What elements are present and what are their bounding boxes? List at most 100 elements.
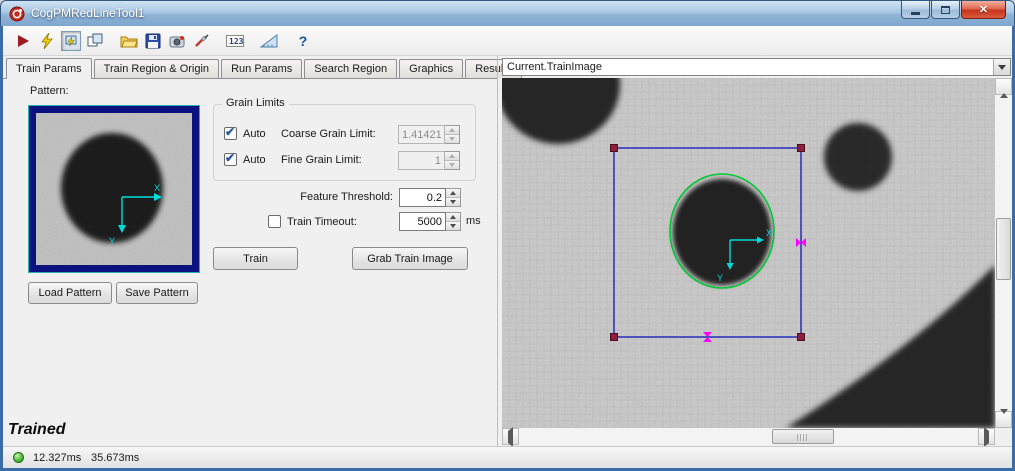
run-button[interactable]: [11, 29, 35, 53]
title-bar[interactable]: CogPMRedLineTool1 ✕: [0, 0, 1015, 26]
spin-up-icon: [446, 189, 460, 197]
close-button[interactable]: ✕: [961, 1, 1006, 19]
fine-grain-limit-label: Fine Grain Limit:: [281, 154, 362, 166]
save-image-icon: [145, 33, 161, 49]
total-time-value: 35.673ms: [91, 447, 139, 468]
run-icon: [18, 35, 29, 47]
image-selector-value: Current.TrainImage: [507, 60, 602, 75]
train-status-text: Trained: [8, 421, 66, 439]
train-timeout-field[interactable]: [399, 212, 446, 231]
tab-run-params[interactable]: Run Params: [221, 59, 302, 78]
numeric-display-button[interactable]: 123: [223, 29, 247, 53]
pattern-axis-x-label: X: [154, 183, 160, 193]
image-display-pane: Current.TrainImage: [497, 56, 1012, 446]
coarse-grain-limit-field: [398, 125, 445, 144]
main-area: Train Params Train Region & Origin Run P…: [3, 56, 1012, 446]
spin-down-icon: [445, 160, 459, 169]
float-window-button[interactable]: [83, 29, 107, 53]
record-icon: [169, 33, 185, 49]
electric-run-button[interactable]: [35, 29, 59, 53]
scroll-down-button[interactable]: [995, 411, 1012, 428]
app-window: CogPMRedLineTool1 ✕: [0, 0, 1015, 471]
coarse-grain-limit-spinner: [445, 125, 460, 144]
float-window-icon: [87, 33, 103, 48]
maximize-icon: [941, 6, 950, 14]
toolbar: 123 ?: [3, 26, 1012, 56]
electric-run-icon: [40, 33, 54, 49]
window-controls: ✕: [901, 1, 1006, 19]
tab-train-params[interactable]: Train Params: [6, 58, 92, 79]
minimize-icon: [911, 12, 920, 15]
grab-train-image-button[interactable]: Grab Train Image: [352, 247, 468, 270]
coarse-grain-limit-label: Coarse Grain Limit:: [281, 128, 376, 140]
window-title: CogPMRedLineTool1: [31, 6, 144, 20]
scroll-right-button[interactable]: [978, 428, 995, 445]
save-image-button[interactable]: [141, 29, 165, 53]
vertical-scroll-thumb[interactable]: [996, 218, 1011, 280]
open-image-icon: [120, 34, 138, 48]
tab-strip: Train Params Train Region & Origin Run P…: [3, 58, 497, 79]
feature-threshold-spinner[interactable]: [446, 188, 461, 207]
arrow-down-icon: [1000, 414, 1008, 426]
save-pattern-button[interactable]: Save Pattern: [116, 282, 198, 304]
auto-fine-label: Auto: [243, 154, 266, 166]
measure-button[interactable]: [257, 29, 281, 53]
spin-down-icon: [445, 134, 459, 143]
measure-icon: [260, 34, 278, 48]
record-button[interactable]: [165, 29, 189, 53]
auto-fine-checkbox[interactable]: [224, 153, 237, 166]
chevron-down-icon[interactable]: [993, 59, 1010, 75]
train-button[interactable]: Train: [213, 247, 298, 270]
train-timeout-spinner[interactable]: [446, 212, 461, 231]
tab-train-region-origin[interactable]: Train Region & Origin: [94, 59, 219, 78]
scroll-up-button[interactable]: [995, 78, 1012, 95]
vertical-scrollbar[interactable]: [995, 78, 1012, 428]
minimize-button[interactable]: [901, 1, 930, 19]
tab-graphics[interactable]: Graphics: [399, 59, 463, 78]
app-icon: [9, 6, 25, 22]
train-timeout-unit: ms: [466, 215, 481, 227]
grain-limits-title: Grain Limits: [222, 97, 289, 109]
help-icon: ?: [299, 33, 308, 49]
horizontal-scrollbar[interactable]: [502, 428, 995, 445]
train-image-viewport[interactable]: X Y: [502, 78, 995, 428]
fine-grain-limit-spinner: [445, 151, 460, 170]
maximize-button[interactable]: [931, 1, 960, 19]
grain-limits-group: Grain Limits Auto Coarse Grain Limit: Au…: [213, 104, 476, 181]
load-pattern-button[interactable]: Load Pattern: [28, 282, 112, 304]
horizontal-scroll-thumb[interactable]: [772, 429, 834, 444]
spin-up-icon: [445, 126, 459, 134]
train-timeout-label: Train Timeout:: [287, 216, 357, 228]
pattern-axis-y-label: Y: [109, 236, 115, 246]
auto-coarse-label: Auto: [243, 128, 266, 140]
status-led-icon: [13, 452, 24, 463]
spin-down-icon: [446, 221, 460, 230]
numeric-display-icon: 123: [226, 34, 244, 48]
feature-threshold-label: Feature Threshold:: [243, 191, 393, 203]
live-display-button[interactable]: [59, 29, 83, 53]
tab-search-region[interactable]: Search Region: [304, 59, 397, 78]
graphics-brush-button[interactable]: [189, 29, 213, 53]
svg-text:123: 123: [229, 37, 244, 46]
auto-coarse-checkbox[interactable]: [224, 127, 237, 140]
spin-up-icon: [445, 152, 459, 160]
arrow-right-icon: [984, 431, 989, 443]
train-axis-y-label: Y: [717, 273, 723, 283]
arrow-left-icon: [508, 431, 513, 443]
arrow-up-icon: [1000, 81, 1008, 93]
run-time-value: 12.327ms: [33, 447, 81, 468]
scroll-left-button[interactable]: [502, 428, 519, 445]
pattern-preview: X Y: [28, 105, 200, 273]
scrollbar-corner: [995, 428, 1012, 445]
pattern-label: Pattern:: [30, 85, 69, 97]
train-axis-x-label: X: [766, 228, 772, 238]
help-button[interactable]: ?: [291, 29, 315, 53]
train-timeout-checkbox[interactable]: [268, 215, 281, 228]
feature-threshold-field[interactable]: [399, 188, 446, 207]
window-frame: 123 ? Train Params Train Reg: [0, 26, 1015, 471]
graphics-brush-icon: [193, 33, 209, 49]
live-display-icon: [61, 31, 81, 51]
left-pane: Train Params Train Region & Origin Run P…: [3, 56, 497, 446]
image-selector-combobox[interactable]: Current.TrainImage: [502, 58, 1011, 76]
open-image-button[interactable]: [117, 29, 141, 53]
